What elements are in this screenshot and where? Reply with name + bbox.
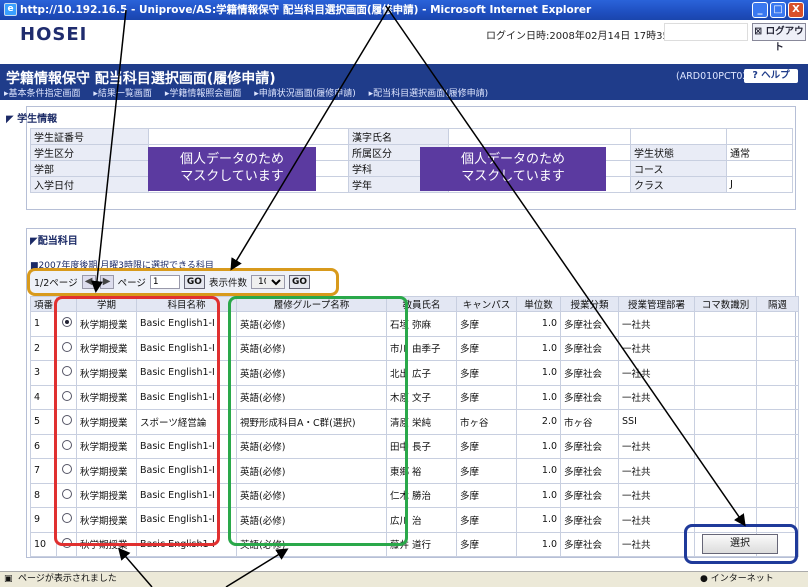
- annotation-arrows: [90, 5, 746, 587]
- arrow-to-pager: [230, 5, 391, 271]
- arrow-to-select-button: [385, 5, 746, 527]
- arrow-to-term-column: [90, 9, 127, 293]
- arrow-to-group-box: [225, 548, 289, 587]
- arrow-to-term-box: [118, 547, 153, 587]
